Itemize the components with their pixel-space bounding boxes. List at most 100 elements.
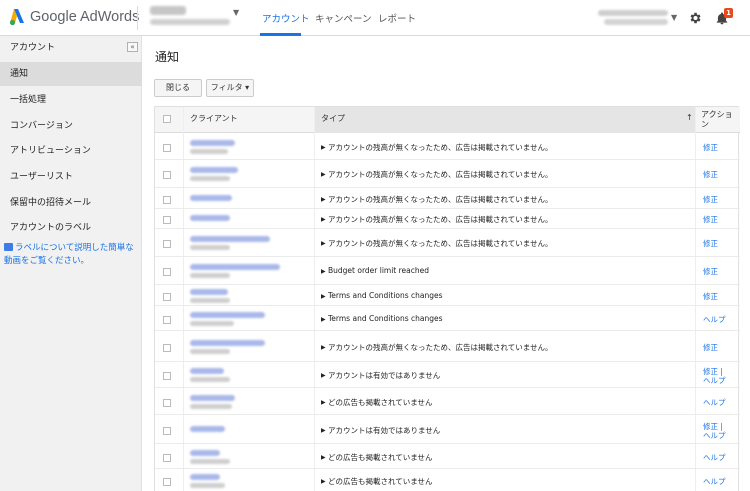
action-link[interactable]: 修正 [703, 195, 718, 204]
sidebar-item-attribution[interactable]: アトリビューション [0, 139, 142, 163]
sidebar-item-bulk-operations[interactable]: 一括処理 [0, 88, 142, 112]
row-checkbox[interactable] [163, 427, 171, 435]
sidebar: « アカウント 通知 一括処理 コンバージョン アトリビューション ユーザーリス… [0, 36, 142, 491]
close-button[interactable]: 閉じる [154, 79, 202, 97]
expand-arrow-icon[interactable]: ▶ [321, 344, 326, 351]
gear-icon[interactable] [688, 11, 702, 25]
expand-arrow-icon[interactable]: ▶ [321, 196, 326, 203]
action-link[interactable]: ヘルプ [703, 398, 726, 407]
expand-arrow-icon[interactable]: ▶ [321, 171, 326, 178]
action-link[interactable]: 修正 [703, 143, 718, 152]
client-name-blurred[interactable] [190, 289, 228, 295]
help-link[interactable]: ヘルプ [703, 431, 726, 440]
expand-arrow-icon[interactable]: ▶ [321, 454, 326, 461]
sidebar-item-user-lists[interactable]: ユーザーリスト [0, 165, 142, 189]
row-checkbox[interactable] [163, 372, 171, 380]
client-name-blurred[interactable] [190, 264, 280, 270]
action-link[interactable]: 修正 [703, 343, 718, 352]
notification-type: アカウントの残高が無くなったため、広告は掲載されていません。 [328, 195, 553, 204]
sidebar-item-account-labels[interactable]: アカウントのラベル [0, 216, 142, 240]
column-header-type[interactable]: タイプ [321, 113, 345, 124]
caret-down-icon[interactable]: ▼ [671, 13, 677, 22]
select-all-checkbox[interactable] [163, 115, 171, 123]
adwords-logo[interactable]: Google AdWords [8, 7, 139, 29]
action-link[interactable]: ヘルプ [703, 315, 726, 324]
account-selector[interactable]: ▼ [150, 6, 240, 30]
sidebar-item-pending-invitations[interactable]: 保留中の招待メール [0, 191, 142, 215]
top-bar: Google AdWords ▼ アカウント キャンペーン レポート ▼ 1 [0, 0, 750, 36]
tab-report[interactable]: レポート [378, 11, 416, 25]
client-id-blurred [190, 404, 232, 409]
sidebar-item-conversions[interactable]: コンバージョン [0, 114, 142, 138]
row-checkbox[interactable] [163, 478, 171, 486]
client-name-blurred[interactable] [190, 450, 220, 456]
table-row: ▶ アカウントの残高が無くなったため、広告は掲載されていません。 修正 [155, 133, 740, 160]
row-checkbox[interactable] [163, 216, 171, 224]
client-id-blurred [190, 149, 228, 154]
action-link[interactable]: 修正 [703, 215, 718, 224]
row-checkbox[interactable] [163, 293, 171, 301]
adwords-logo-icon [9, 9, 24, 26]
row-checkbox[interactable] [163, 454, 171, 462]
expand-arrow-icon[interactable]: ▶ [321, 216, 326, 223]
action-link[interactable]: 修正 [703, 239, 718, 248]
action-link[interactable]: 修正 [703, 267, 718, 276]
client-name-blurred[interactable] [190, 236, 270, 242]
client-id-blurred [190, 245, 230, 250]
client-id-blurred [190, 459, 230, 464]
customer-info[interactable] [598, 10, 674, 28]
expand-arrow-icon[interactable]: ▶ [321, 372, 326, 379]
notification-type: どの広告も掲載されていません [328, 477, 433, 486]
client-name-blurred[interactable] [190, 340, 265, 346]
label-video-link[interactable]: ラベルについて説明した簡単な動画をご覧ください。 [4, 242, 138, 268]
expand-arrow-icon[interactable]: ▶ [321, 427, 326, 434]
sidebar-item-account[interactable]: アカウント [0, 36, 142, 60]
client-name-blurred[interactable] [190, 474, 220, 480]
client-id-blurred [190, 176, 230, 181]
tab-campaign[interactable]: キャンペーン [315, 11, 372, 25]
client-name-blurred[interactable] [190, 195, 232, 201]
row-checkbox[interactable] [163, 268, 171, 276]
expand-arrow-icon[interactable]: ▶ [321, 293, 326, 300]
row-checkbox[interactable] [163, 240, 171, 248]
filter-button[interactable]: フィルタ ▾ [206, 79, 254, 97]
table-header: クライアント タイプ ↑ アクション [155, 107, 740, 133]
client-name-blurred[interactable] [190, 426, 225, 432]
client-name-blurred[interactable] [190, 395, 235, 401]
action-link[interactable]: 修正 | [703, 422, 723, 431]
action-link[interactable]: ヘルプ [703, 477, 726, 486]
row-checkbox[interactable] [163, 399, 171, 407]
sort-ascending-icon: ↑ [686, 113, 693, 122]
notification-type: Budget order limit reached [328, 266, 430, 275]
client-name-blurred[interactable] [190, 215, 230, 221]
expand-arrow-icon[interactable]: ▶ [321, 268, 326, 275]
notification-type: Terms and Conditions changes [328, 314, 443, 323]
row-checkbox[interactable] [163, 171, 171, 179]
table-row: ▶ アカウントは有効ではありません 修正 | ヘルプ [155, 415, 740, 444]
action-link[interactable]: ヘルプ [703, 453, 726, 462]
column-header-client[interactable]: クライアント [190, 113, 238, 124]
type-column-header-bg [314, 107, 695, 133]
action-link[interactable]: 修正 [703, 292, 718, 301]
client-name-blurred[interactable] [190, 140, 235, 146]
client-name-blurred[interactable] [190, 167, 238, 173]
expand-arrow-icon[interactable]: ▶ [321, 240, 326, 247]
client-name-blurred[interactable] [190, 312, 265, 318]
row-checkbox[interactable] [163, 196, 171, 204]
action-link[interactable]: 修正 | [703, 367, 723, 376]
expand-arrow-icon[interactable]: ▶ [321, 399, 326, 406]
divider [137, 6, 138, 30]
client-id-blurred [190, 298, 230, 303]
row-checkbox[interactable] [163, 344, 171, 352]
expand-arrow-icon[interactable]: ▶ [321, 144, 326, 151]
row-checkbox[interactable] [163, 144, 171, 152]
client-name-blurred[interactable] [190, 368, 224, 374]
row-checkbox[interactable] [163, 316, 171, 324]
table-row: ▶ Terms and Conditions changes ヘルプ [155, 306, 740, 331]
action-link[interactable]: 修正 [703, 170, 718, 179]
help-link[interactable]: ヘルプ [703, 376, 726, 385]
tab-account[interactable]: アカウント [262, 11, 310, 25]
expand-arrow-icon[interactable]: ▶ [321, 316, 326, 323]
expand-arrow-icon[interactable]: ▶ [321, 478, 326, 485]
sidebar-item-notifications[interactable]: 通知 [0, 62, 142, 86]
